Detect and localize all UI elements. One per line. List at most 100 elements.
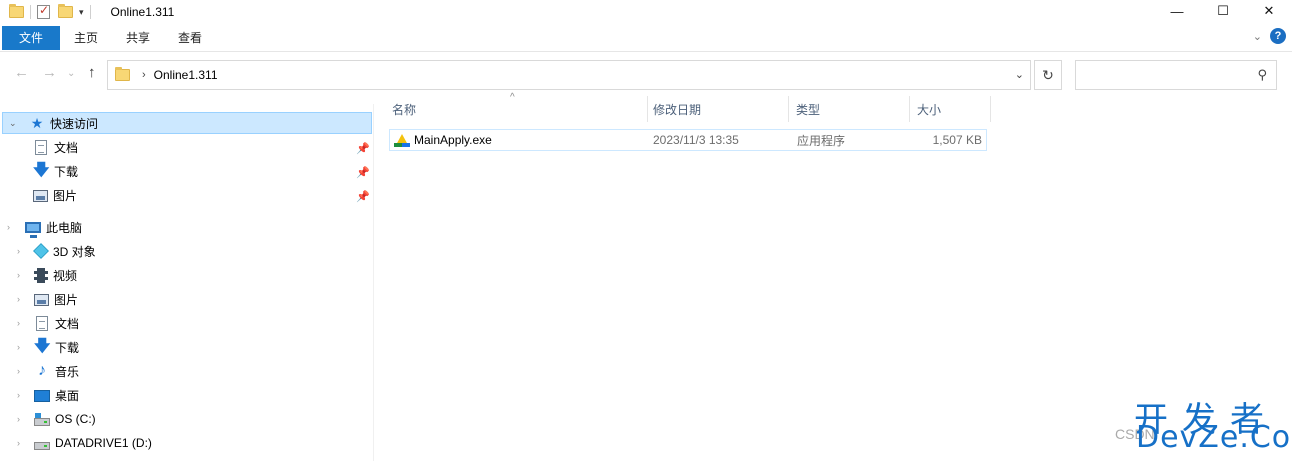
pin-icon[interactable]: 📌 [356, 190, 370, 203]
refresh-button[interactable]: ↻ [1034, 60, 1062, 90]
tree-item-qa-pictures[interactable]: 图片 [33, 184, 77, 206]
tree-item-3d-objects[interactable]: › 3D 对象 [0, 240, 96, 262]
expand-ribbon-icon[interactable]: ⌄ [1253, 30, 1262, 43]
up-button[interactable]: ↑ [88, 64, 96, 81]
expand-chevron-icon[interactable]: › [17, 270, 20, 280]
expand-chevron-icon[interactable]: › [17, 342, 20, 352]
download-icon: 🡇 [33, 162, 50, 179]
tree-item-label: 图片 [54, 292, 79, 307]
tree-item-desktop[interactable]: › 桌面 [0, 384, 79, 406]
tab-share[interactable]: 共享 [112, 26, 164, 50]
tab-file[interactable]: 文件 [2, 25, 60, 50]
expand-chevron-icon[interactable]: › [17, 246, 20, 256]
column-header-type[interactable]: 类型 [791, 96, 909, 122]
tree-item-os-drive[interactable]: › OS (C:) [0, 408, 96, 430]
pin-icon[interactable]: 📌 [356, 142, 370, 155]
picture-icon [33, 190, 48, 202]
new-folder-icon[interactable] [58, 4, 73, 18]
toolbar-separator [30, 5, 31, 19]
tree-item-label: 图片 [53, 188, 78, 203]
column-header-size[interactable]: 大小 [912, 96, 990, 122]
properties-icon[interactable] [37, 3, 50, 19]
tree-item-label: OS (C:) [55, 412, 96, 426]
maximize-button[interactable]: ☐ [1200, 0, 1246, 22]
minimize-button[interactable]: — [1154, 0, 1200, 22]
breadcrumb-online[interactable]: Online1.311 [154, 68, 218, 82]
expand-chevron-icon[interactable]: ⌄ [9, 118, 17, 129]
file-type: 应用程序 [797, 133, 846, 148]
navigation-pane: ⌄ ★ 快速访问 文档 📌 🡇 下载 📌 图片 📌 › 此电脑 › 3D 对象 … [0, 104, 374, 461]
tree-item-label: 文档 [55, 316, 80, 331]
address-dropdown-icon[interactable]: ⌄ [1015, 68, 1024, 81]
watermark-site: DevZe.CoM [1136, 420, 1292, 455]
close-button[interactable]: ✕ [1246, 0, 1292, 22]
back-button[interactable]: ← [14, 64, 29, 81]
file-row[interactable]: MainApply.exe 2023/11/3 13:35 应用程序 1,507… [389, 129, 987, 151]
help-icon[interactable]: ? [1270, 28, 1286, 44]
navigation-bar: ← → ⌄ ↑ › Online1.311 ⌄ ↻ ⚲ [0, 52, 1292, 96]
folder-icon [9, 4, 24, 18]
download-icon: 🡇 [34, 338, 51, 355]
folder-icon [115, 67, 130, 81]
window-controls: — ☐ ✕ [1154, 0, 1292, 22]
file-name-cell[interactable]: MainApply.exe [394, 130, 492, 150]
tree-item-music[interactable]: › ♪ 音乐 [0, 360, 79, 382]
column-header-date[interactable]: 修改日期 [648, 96, 788, 122]
computer-icon [25, 222, 41, 238]
ribbon-tabs: 文件 主页 共享 查看 ⌄ ? [0, 24, 1292, 52]
quick-access-toolbar: ▾ [0, 3, 97, 19]
file-size: 1,507 KB [932, 133, 982, 147]
address-bar[interactable]: › Online1.311 ⌄ [107, 60, 1031, 90]
picture-icon [34, 294, 49, 306]
video-icon [34, 267, 48, 283]
tree-item-label: 下载 [55, 340, 80, 355]
desktop-icon [34, 390, 50, 402]
tree-item-label: 桌面 [55, 388, 80, 403]
pin-icon[interactable]: 📌 [356, 166, 370, 179]
tree-item-label: 视频 [53, 268, 78, 283]
tree-item-data-drive[interactable]: › DATADRIVE1 (D:) [0, 432, 152, 454]
toolbar-separator [89, 5, 91, 19]
recent-locations-dropdown[interactable]: ⌄ [67, 68, 75, 79]
column-divider[interactable] [909, 96, 910, 122]
column-divider[interactable] [788, 96, 789, 122]
forward-button[interactable]: → [42, 64, 57, 81]
search-icon[interactable]: ⚲ [1257, 67, 1267, 83]
tree-item-quick-access[interactable]: ⌄ ★ 快速访问 [2, 112, 372, 134]
expand-chevron-icon[interactable]: › [17, 390, 20, 400]
3d-objects-icon [33, 243, 49, 259]
document-icon [36, 315, 48, 331]
drive-icon [34, 441, 50, 450]
expand-chevron-icon[interactable]: › [17, 438, 20, 448]
collapse-chevron-icon[interactable]: › [7, 222, 10, 232]
breadcrumb-separator-icon[interactable]: › [142, 69, 146, 81]
star-icon: ★ [30, 115, 44, 131]
tree-item-pictures[interactable]: › 图片 [0, 288, 78, 310]
tab-view[interactable]: 查看 [164, 26, 216, 50]
document-icon [35, 139, 47, 155]
search-input[interactable]: ⚲ [1075, 60, 1277, 90]
tree-item-downloads[interactable]: › 🡇 下载 [0, 336, 79, 358]
tree-item-label: 文档 [54, 140, 79, 155]
tree-item-label: DATADRIVE1 (D:) [55, 436, 152, 450]
expand-chevron-icon[interactable]: › [17, 318, 20, 328]
expand-chevron-icon[interactable]: › [17, 294, 20, 304]
tree-item-label: 音乐 [55, 364, 80, 379]
tree-item-videos[interactable]: › 视频 [0, 264, 77, 286]
app-icon [394, 133, 410, 147]
tree-item-documents[interactable]: › 文档 [0, 312, 79, 334]
music-icon: ♪ [38, 362, 46, 379]
file-date: 2023/11/3 13:35 [653, 133, 739, 147]
tree-item-label: 下载 [54, 164, 79, 179]
tree-item-qa-documents[interactable]: 文档 [33, 136, 78, 158]
customize-toolbar-dropdown[interactable]: ▾ [79, 7, 84, 18]
column-header-name[interactable]: 名称 [387, 96, 647, 122]
column-divider[interactable] [990, 96, 991, 122]
os-drive-icon [34, 412, 50, 426]
expand-chevron-icon[interactable]: › [17, 366, 20, 376]
tab-home[interactable]: 主页 [60, 26, 112, 50]
tree-item-this-pc[interactable]: › 此电脑 [0, 216, 82, 238]
expand-chevron-icon[interactable]: › [17, 414, 20, 424]
tree-item-qa-downloads[interactable]: 🡇 下载 [33, 160, 78, 182]
window-title: Online1.311 [110, 5, 175, 19]
